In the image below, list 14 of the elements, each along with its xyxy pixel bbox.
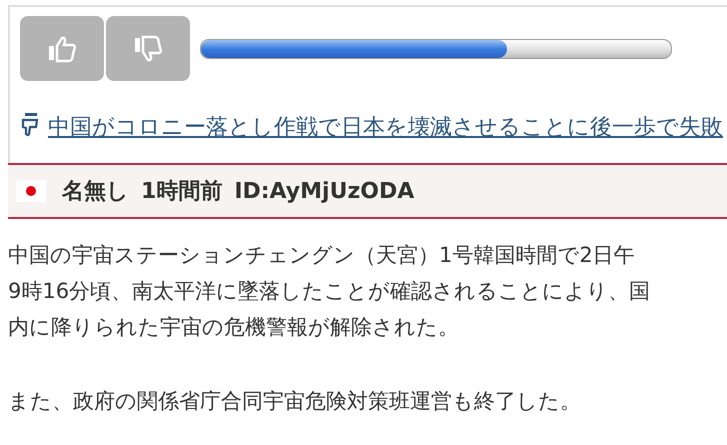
- post-text-line: また、政府の関係省庁合同宇宙危険対策班運営も終了した。: [8, 388, 581, 415]
- thumbs-down-icon: [133, 34, 163, 62]
- post-text-line: 中国の宇宙ステーションチェングン（天宮）1号韓国時間で2日午: [8, 242, 635, 269]
- post-time: 1時間前: [141, 178, 222, 206]
- thumbs-up-button[interactable]: [20, 16, 104, 81]
- thumbs-down-icon: [20, 112, 40, 138]
- poster-name: 名無し: [62, 178, 129, 206]
- post-text-line: 9時16分頃、南太平洋に墜落したことが確認されることにより、国: [8, 278, 650, 305]
- thumbs-down-button[interactable]: [106, 16, 190, 81]
- japan-flag-icon: [16, 180, 46, 202]
- poster-id: ID:AyMjUzODA: [234, 178, 414, 204]
- post-text-line: 内に降りられた宇宙の危機警報が解除された。: [8, 314, 459, 341]
- article-link[interactable]: 中国がコロニー落とし作戦で日本を壊滅させることに後一歩で失敗: [48, 115, 723, 140]
- thumbs-up-icon: [47, 34, 77, 62]
